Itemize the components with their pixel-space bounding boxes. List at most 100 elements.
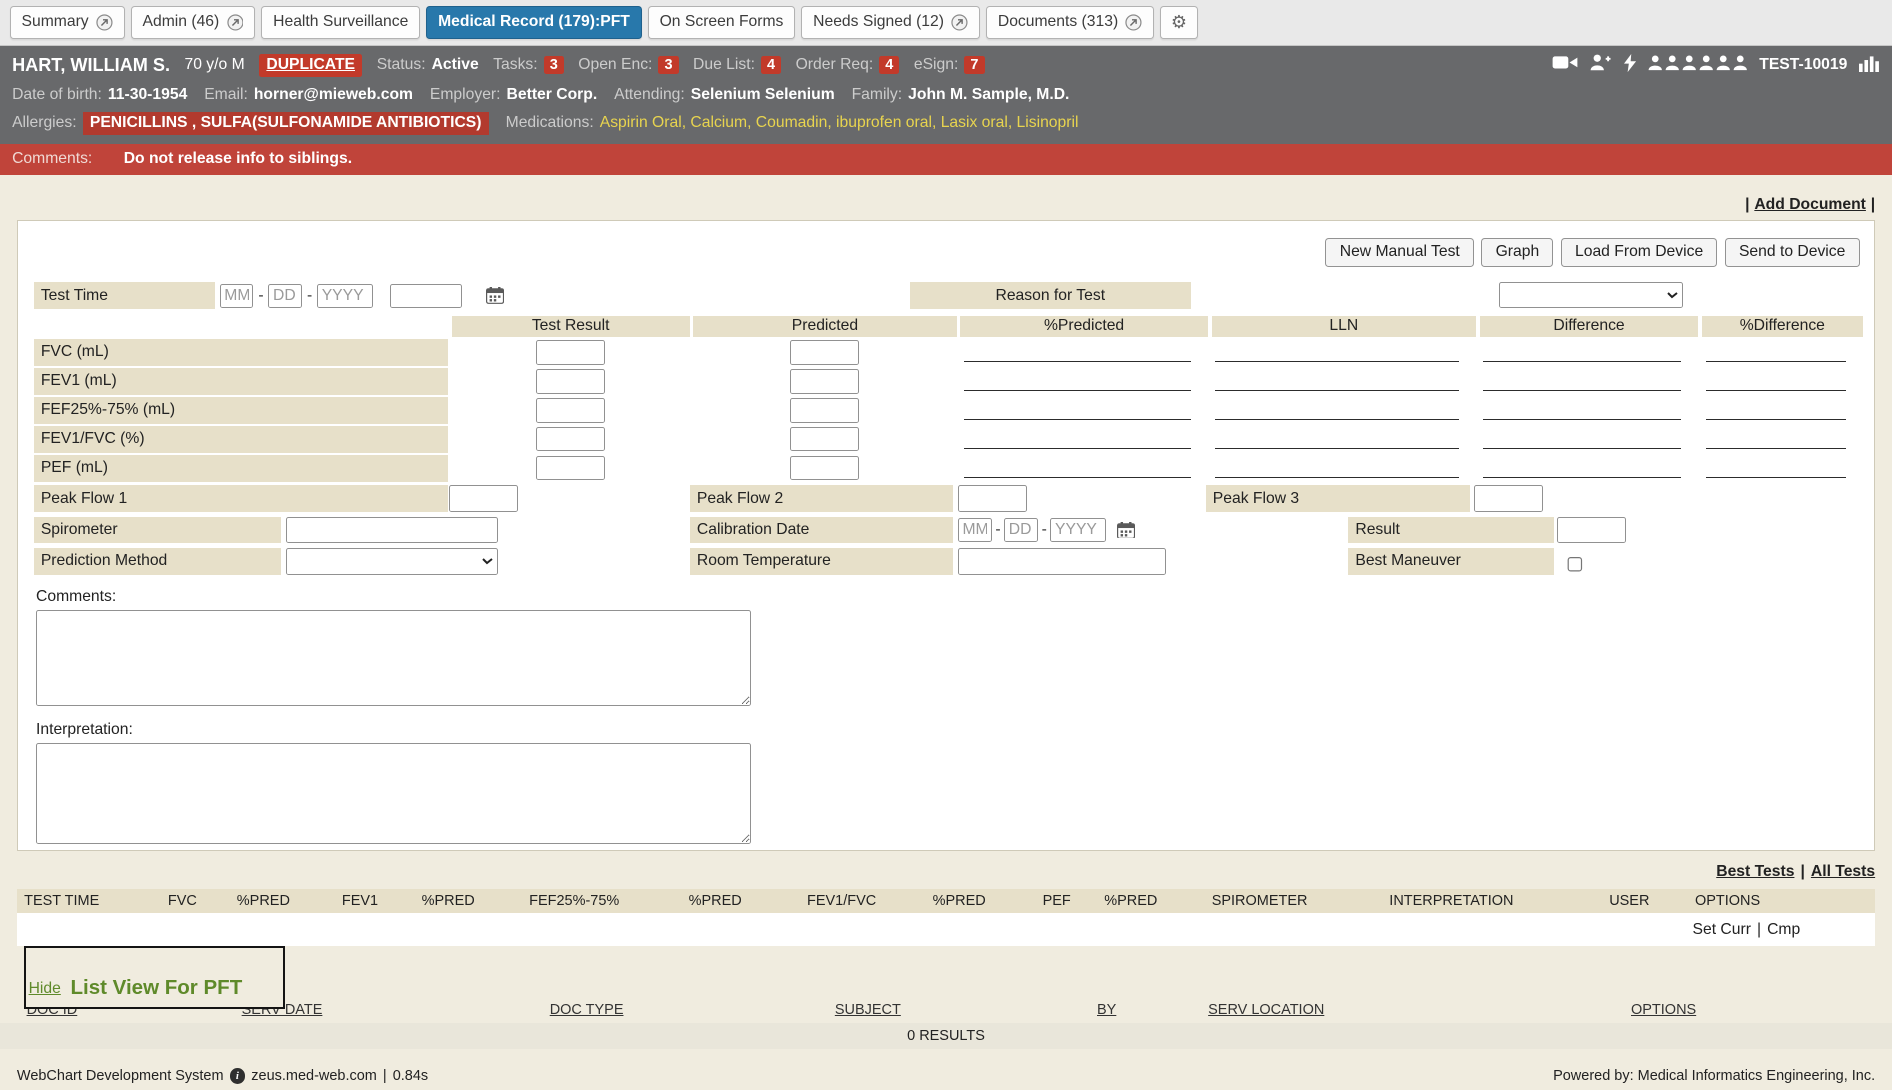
tab-health-surveillance[interactable]: Health Surveillance	[261, 6, 420, 39]
medication-link[interactable]: ibuprofen oral	[836, 114, 941, 132]
fev1-predicted-input[interactable]	[790, 369, 859, 393]
calendar-icon[interactable]	[486, 287, 504, 304]
calibration-year-input[interactable]	[1050, 518, 1106, 542]
video-camera-icon[interactable]	[1552, 54, 1579, 76]
fvc-predicted-input[interactable]	[790, 340, 859, 364]
person-icon	[1699, 55, 1713, 76]
patient-list-icons[interactable]	[1648, 55, 1747, 76]
lightning-icon[interactable]	[1624, 54, 1636, 77]
graph-button[interactable]: Graph	[1481, 238, 1553, 267]
spirometer-input[interactable]	[286, 517, 497, 544]
tab-summary[interactable]: Summary	[10, 6, 125, 39]
results-column-header[interactable]: TEST TIME	[17, 893, 168, 909]
results-column-header[interactable]: FVC	[168, 893, 237, 909]
results-column-header[interactable]: %PRED	[689, 893, 807, 909]
medication-link[interactable]: Coumadin	[756, 114, 836, 132]
reason-for-test-select[interactable]	[1499, 282, 1683, 307]
fev1-test-result-input[interactable]	[536, 369, 605, 393]
tab-on-screen-forms[interactable]: On Screen Forms	[648, 6, 796, 39]
interpretation-textarea[interactable]	[36, 743, 751, 844]
fef-test-result-input[interactable]	[536, 398, 605, 422]
peak-flow-2-input[interactable]	[958, 485, 1027, 512]
send-to-device-button[interactable]: Send to Device	[1725, 238, 1860, 267]
medication-link[interactable]: Lisinopril	[1017, 114, 1079, 132]
fef-predicted-input[interactable]	[790, 398, 859, 422]
spirometer-row: Spirometer Calibration Date - - Result	[34, 517, 1860, 545]
tasks-count-badge[interactable]: 3	[544, 56, 564, 74]
prediction-method-select[interactable]	[286, 548, 497, 575]
add-document-link[interactable]: Add Document	[1754, 196, 1866, 214]
comments-textarea[interactable]	[36, 610, 751, 707]
person-icon	[1648, 55, 1662, 76]
info-icon[interactable]: i	[230, 1068, 246, 1084]
doc-column-header[interactable]: OPTIONS	[1631, 1002, 1696, 1018]
result-input[interactable]	[1557, 517, 1626, 544]
results-column-header[interactable]: OPTIONS	[1695, 893, 1875, 909]
results-column-header[interactable]: %PRED	[933, 893, 1043, 909]
pef-test-result-input[interactable]	[536, 456, 605, 480]
settings-tab[interactable]: ⚙	[1160, 6, 1198, 39]
pft-row-label: FEF25%-75% (mL)	[34, 397, 448, 424]
results-column-header[interactable]: SPIROMETER	[1212, 893, 1390, 909]
tab-documents[interactable]: Documents (313)	[986, 6, 1154, 39]
cmp-link[interactable]: Cmp	[1767, 921, 1800, 939]
comments-alert-bar: Comments: Do not release info to sibling…	[0, 144, 1892, 175]
popout-icon[interactable]	[951, 14, 968, 31]
peak-flow-3-input[interactable]	[1474, 485, 1543, 512]
results-column-header[interactable]: INTERPRETATION	[1389, 893, 1609, 909]
footer-host: zeus.med-web.com	[251, 1068, 377, 1084]
results-column-header[interactable]: FEF25%-75%	[529, 893, 688, 909]
fev1-fvc-test-result-input[interactable]	[536, 427, 605, 451]
esign-count-badge[interactable]: 7	[964, 56, 984, 74]
tab-needs-signed[interactable]: Needs Signed (12)	[801, 6, 980, 39]
doc-column-header[interactable]: DOC TYPE	[550, 1002, 624, 1018]
doc-column-header[interactable]: BY	[1097, 1002, 1116, 1018]
test-time-time-input[interactable]	[390, 284, 462, 308]
hide-link[interactable]: Hide	[29, 980, 61, 998]
new-manual-test-button[interactable]: New Manual Test	[1325, 238, 1474, 267]
calendar-icon[interactable]	[1117, 522, 1135, 539]
order-req-count-badge[interactable]: 4	[879, 56, 899, 74]
popout-icon[interactable]	[96, 14, 113, 31]
pef-predicted-input[interactable]	[790, 456, 859, 480]
load-from-device-button[interactable]: Load From Device	[1561, 238, 1718, 267]
popout-icon[interactable]	[1125, 14, 1142, 31]
fvc-test-result-input[interactable]	[536, 340, 605, 364]
doc-column-header[interactable]: SUBJECT	[835, 1002, 901, 1018]
popout-icon[interactable]	[227, 14, 244, 31]
results-column-header[interactable]: PEF	[1043, 893, 1105, 909]
due-list-count-badge[interactable]: 4	[761, 56, 781, 74]
all-tests-link[interactable]: All Tests	[1811, 863, 1875, 881]
test-time-year-input[interactable]	[317, 284, 373, 308]
results-column-header[interactable]: FEV1/FVC	[807, 893, 933, 909]
add-person-icon[interactable]	[1590, 54, 1612, 76]
room-temperature-input[interactable]	[958, 548, 1166, 575]
results-column-header[interactable]: %PRED	[1104, 893, 1212, 909]
calibration-day-input[interactable]	[1004, 518, 1038, 542]
set-curr-link[interactable]: Set Curr	[1693, 921, 1751, 939]
test-time-label: Test Time	[34, 282, 215, 309]
results-column-header[interactable]: %PRED	[422, 893, 530, 909]
pef-percent-predicted-value	[960, 455, 1208, 482]
open-enc-count-badge[interactable]: 3	[658, 56, 678, 74]
medication-link[interactable]: Lasix oral	[941, 114, 1017, 132]
test-time-day-input[interactable]	[268, 284, 302, 308]
peak-flow-1-input[interactable]	[449, 485, 518, 512]
test-time-month-input[interactable]	[220, 284, 254, 308]
bar-chart-icon[interactable]	[1859, 54, 1880, 77]
calibration-month-input[interactable]	[958, 518, 992, 542]
doc-column-header[interactable]: SERV LOCATION	[1208, 1002, 1324, 1018]
best-maneuver-checkbox[interactable]	[1567, 557, 1583, 573]
tab-medical-record[interactable]: Medical Record (179):PFT	[426, 6, 642, 39]
results-column-header[interactable]: FEV1	[342, 893, 422, 909]
medication-link[interactable]: Calcium	[690, 114, 755, 132]
fev1-fvc-predicted-input[interactable]	[790, 427, 859, 451]
best-tests-link[interactable]: Best Tests	[1716, 863, 1794, 881]
tab-admin[interactable]: Admin (46)	[131, 6, 256, 39]
results-column-header[interactable]: USER	[1609, 893, 1695, 909]
medication-link[interactable]: Aspirin Oral	[600, 114, 691, 132]
results-column-header[interactable]: %PRED	[237, 893, 342, 909]
person-icon	[1665, 55, 1679, 76]
allergies-badge[interactable]: PENICILLINS , SULFA(SULFONAMIDE ANTIBIOT…	[83, 112, 489, 135]
duplicate-badge[interactable]: DUPLICATE	[259, 54, 362, 77]
